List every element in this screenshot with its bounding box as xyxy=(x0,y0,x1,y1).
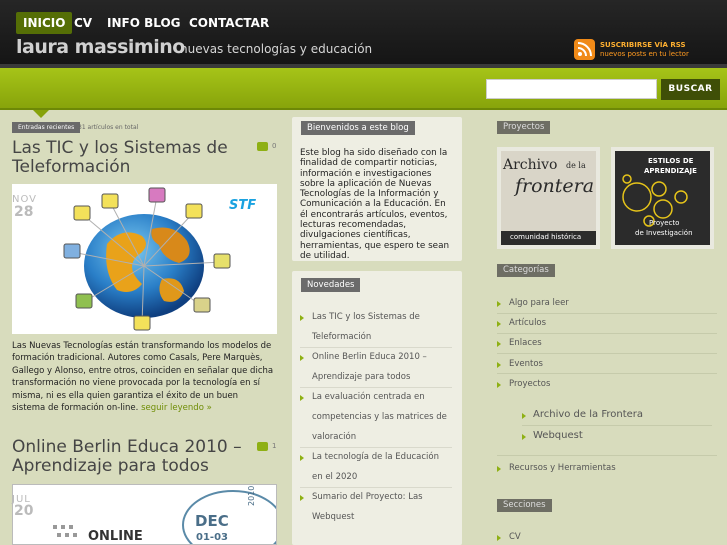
bullet-arrow-icon xyxy=(497,466,501,472)
news-item-label[interactable]: La tecnología de la Educación en el 2020 xyxy=(312,447,452,487)
bullet-arrow-icon xyxy=(497,341,501,347)
project-caption: comunidad histórica xyxy=(510,233,582,241)
comment-count[interactable]: 1 xyxy=(272,442,276,450)
welcome-text: Este blog ha sido diseñado con la finali… xyxy=(300,148,450,261)
post-title[interactable]: Online Berlin Educa 2010 – Aprendizaje p… xyxy=(12,438,272,476)
bullet-arrow-icon xyxy=(522,413,526,419)
welcome-tag: Bienvenidos a este blog xyxy=(301,121,415,135)
project-title-line1: ESTILOS DE xyxy=(648,157,694,165)
projects-tag: Proyectos xyxy=(497,121,551,134)
news-item-label[interactable]: Sumario del Proyecto: Las Webquest xyxy=(312,487,452,527)
category-separator xyxy=(497,455,717,456)
stf-label: STF xyxy=(229,198,257,213)
nav-bottom-line xyxy=(0,108,727,110)
nav-item-info-blog[interactable]: INFO BLOG xyxy=(100,12,188,34)
project-caption-line1: Proyecto xyxy=(649,219,680,227)
bullet-arrow-icon xyxy=(522,434,526,440)
nav-item-inicio[interactable]: INICIO xyxy=(16,12,73,34)
search-input[interactable] xyxy=(486,79,657,99)
project-card-estilos-aprendizaje[interactable]: ESTILOS DE APRENDIZAJE Proyecto de Inves… xyxy=(611,147,714,249)
category-label[interactable]: Artículos xyxy=(509,318,546,328)
date-range-banner-text: 01-03 xyxy=(196,532,228,543)
rss-title[interactable]: SUSCRIBIRSE VÍA RSS xyxy=(600,41,686,49)
project-title-line2: de la xyxy=(566,161,586,170)
post-date-day: 20 xyxy=(14,503,34,519)
news-item-label[interactable]: Online Berlin Educa 2010 – Aprendizaje p… xyxy=(312,347,452,387)
bullet-arrow-icon xyxy=(497,321,501,327)
category-separator xyxy=(497,373,717,374)
category-separator xyxy=(497,313,717,314)
site-description: nuevas tecnologías y educación xyxy=(180,42,373,56)
bullet-arrow-icon xyxy=(300,355,304,361)
active-nav-pointer xyxy=(33,110,49,118)
berlin-educa-banner xyxy=(53,490,276,544)
news-item-label[interactable]: Las TIC y los Sistemas de Teleformación xyxy=(312,307,452,347)
nav-item-contactar[interactable]: CONTACTAR xyxy=(182,12,276,34)
category-label[interactable]: Eventos xyxy=(509,359,543,369)
sections-tag: Secciones xyxy=(497,499,552,512)
rss-subtitle[interactable]: nuevos posts en tu lector xyxy=(600,50,689,58)
project-title-line1: Archivo xyxy=(503,157,558,173)
project-card-archivo-frontera[interactable]: Archivo de la frontera comunidad históri… xyxy=(497,147,600,249)
news-item-label[interactable]: La evaluación centrada en competencias y… xyxy=(312,387,452,447)
comment-icon[interactable] xyxy=(257,442,268,451)
subcategory-label[interactable]: Webquest xyxy=(533,430,583,441)
comment-count[interactable]: 0 xyxy=(272,142,276,150)
post-title[interactable]: Las TIC y los Sistemas de Teleformación xyxy=(12,139,272,177)
post-date-day: 28 xyxy=(14,204,34,220)
online-banner-text: ONLINE xyxy=(88,529,143,544)
total-posts-note: 31 artículos en total xyxy=(78,124,139,131)
bullet-arrow-icon xyxy=(300,455,304,461)
nav-item-cv[interactable]: CV xyxy=(67,12,99,34)
project-caption-line2: de Investigación xyxy=(635,229,693,237)
read-more-link[interactable]: seguir leyendo » xyxy=(141,403,212,413)
category-label[interactable]: Algo para leer xyxy=(509,298,569,308)
category-label[interactable]: Enlaces xyxy=(509,338,542,348)
post-image[interactable] xyxy=(12,484,277,545)
bullet-arrow-icon xyxy=(300,395,304,401)
bullet-arrow-icon xyxy=(300,495,304,501)
year-banner-text: 2010 xyxy=(247,485,256,506)
site-header: laura massimino nuevas tecnologías y edu… xyxy=(0,0,727,68)
bullet-arrow-icon xyxy=(497,362,501,368)
category-label[interactable]: Proyectos xyxy=(509,379,550,389)
bullet-arrow-icon xyxy=(497,382,501,388)
category-label[interactable]: Recursos y Herramientas xyxy=(509,463,616,473)
categories-tag: Categorías xyxy=(497,264,555,277)
search-button[interactable]: BUSCAR xyxy=(661,79,720,100)
category-separator xyxy=(497,333,717,334)
category-separator xyxy=(497,353,717,354)
news-tag: Novedades xyxy=(301,278,361,292)
section-label[interactable]: CV xyxy=(509,532,521,542)
dec-banner-text: DEC xyxy=(195,512,229,530)
rss-icon[interactable] xyxy=(574,39,595,60)
post-excerpt: Las Nuevas Tecnologías están transforman… xyxy=(12,340,274,414)
bullet-arrow-icon xyxy=(300,315,304,321)
comment-icon[interactable] xyxy=(257,142,268,151)
project-title-line2: APRENDIZAJE xyxy=(644,167,697,175)
bullet-arrow-icon xyxy=(497,535,501,541)
bullet-arrow-icon xyxy=(497,301,501,307)
site-title[interactable]: laura massimino xyxy=(16,36,185,58)
project-title-line3: frontera xyxy=(515,175,595,197)
category-separator xyxy=(522,425,712,426)
subcategory-label[interactable]: Archivo de la Frontera xyxy=(533,409,643,420)
recent-posts-tag: Entradas recientes xyxy=(12,122,81,133)
